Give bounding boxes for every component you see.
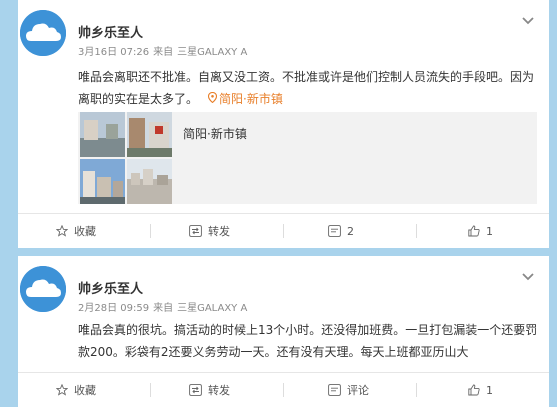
post-text: 唯品会离职还不批准。自离又没工资。不批准或许是他们控制人员流失的手段吧。因为离职… — [78, 66, 538, 110]
like-button[interactable]: 1 — [468, 214, 493, 248]
source-prefix: 来自 — [153, 303, 174, 314]
cloud-icon — [20, 10, 66, 56]
divider — [150, 383, 151, 397]
divider — [416, 224, 417, 238]
thumbnail-image — [127, 159, 172, 204]
chevron-down-icon[interactable] — [521, 16, 535, 26]
repost-button[interactable]: 转发 — [189, 373, 230, 407]
divider — [416, 383, 417, 397]
source-prefix: 来自 — [153, 47, 174, 58]
repost-icon — [189, 384, 202, 396]
source-device[interactable]: 三星GALAXY A — [177, 303, 247, 314]
chevron-down-icon[interactable] — [521, 272, 535, 282]
location-link[interactable]: 简阳·新市镇 — [208, 92, 283, 106]
like-button[interactable]: 1 — [468, 373, 493, 407]
author-name[interactable]: 帅乡乐至人 — [78, 22, 143, 41]
divider — [150, 224, 151, 238]
action-bar: 收藏 转发 评论 1 — [18, 372, 549, 407]
like-count: 1 — [486, 224, 493, 238]
location-card[interactable]: 简阳·新市镇 — [78, 112, 537, 204]
favorite-button[interactable]: 收藏 — [56, 373, 96, 407]
cloud-icon — [20, 266, 66, 312]
post-card: 帅乡乐至人 2月28日 09:59 来自 三星GALAXY A 唯品会真的很坑。搞活… — [18, 256, 549, 407]
location-card-title: 简阳·新市镇 — [183, 127, 247, 141]
avatar[interactable] — [20, 10, 66, 56]
favorite-label: 收藏 — [74, 225, 96, 238]
thumbs-up-icon — [468, 384, 480, 396]
thumbnail-image — [80, 112, 125, 157]
thumbnail-image — [80, 159, 125, 204]
favorite-button[interactable]: 收藏 — [56, 214, 96, 248]
avatar[interactable] — [20, 266, 66, 312]
post-date[interactable]: 3月16日 07:26 — [78, 47, 149, 58]
post-meta: 2月28日 09:59 来自 三星GALAXY A — [78, 299, 247, 314]
post-card: 帅乡乐至人 3月16日 07:26 来自 三星GALAXY A 唯品会离职还不批准。… — [18, 0, 549, 248]
comment-button[interactable]: 评论 — [328, 373, 369, 407]
like-count: 1 — [486, 383, 493, 397]
star-icon — [56, 225, 68, 237]
post-body: 唯品会离职还不批准。自离又没工资。不批准或许是他们控制人员流失的手段吧。因为离职… — [78, 70, 535, 106]
repost-icon — [189, 225, 202, 237]
post-meta: 3月16日 07:26 来自 三星GALAXY A — [78, 43, 247, 58]
author-name[interactable]: 帅乡乐至人 — [78, 278, 143, 297]
comment-icon — [328, 384, 341, 396]
post-body: 唯品会真的很坑。搞活动的时候上13个小时。还没得加班费。一旦打包漏装一个还要罚款… — [78, 323, 538, 359]
favorite-label: 收藏 — [74, 384, 96, 397]
post-date[interactable]: 2月28日 09:59 — [78, 303, 149, 314]
action-bar: 收藏 转发 2 1 — [18, 213, 549, 248]
star-icon — [56, 384, 68, 396]
repost-button[interactable]: 转发 — [189, 214, 230, 248]
divider — [283, 383, 284, 397]
comment-button[interactable]: 2 — [328, 214, 354, 248]
post-text: 唯品会真的很坑。搞活动的时候上13个小时。还没得加班费。一旦打包漏装一个还要罚款… — [78, 319, 538, 363]
thumbs-up-icon — [468, 225, 480, 237]
location-pin-icon — [208, 92, 218, 103]
comment-count: 2 — [347, 224, 354, 238]
repost-label: 转发 — [208, 384, 230, 397]
comment-label: 评论 — [347, 384, 369, 397]
repost-label: 转发 — [208, 225, 230, 238]
comment-icon — [328, 225, 341, 237]
source-device[interactable]: 三星GALAXY A — [177, 47, 247, 58]
divider — [283, 224, 284, 238]
location-text: 简阳·新市镇 — [219, 92, 283, 106]
thumbnail-image — [127, 112, 172, 157]
location-thumbnails — [80, 112, 172, 204]
